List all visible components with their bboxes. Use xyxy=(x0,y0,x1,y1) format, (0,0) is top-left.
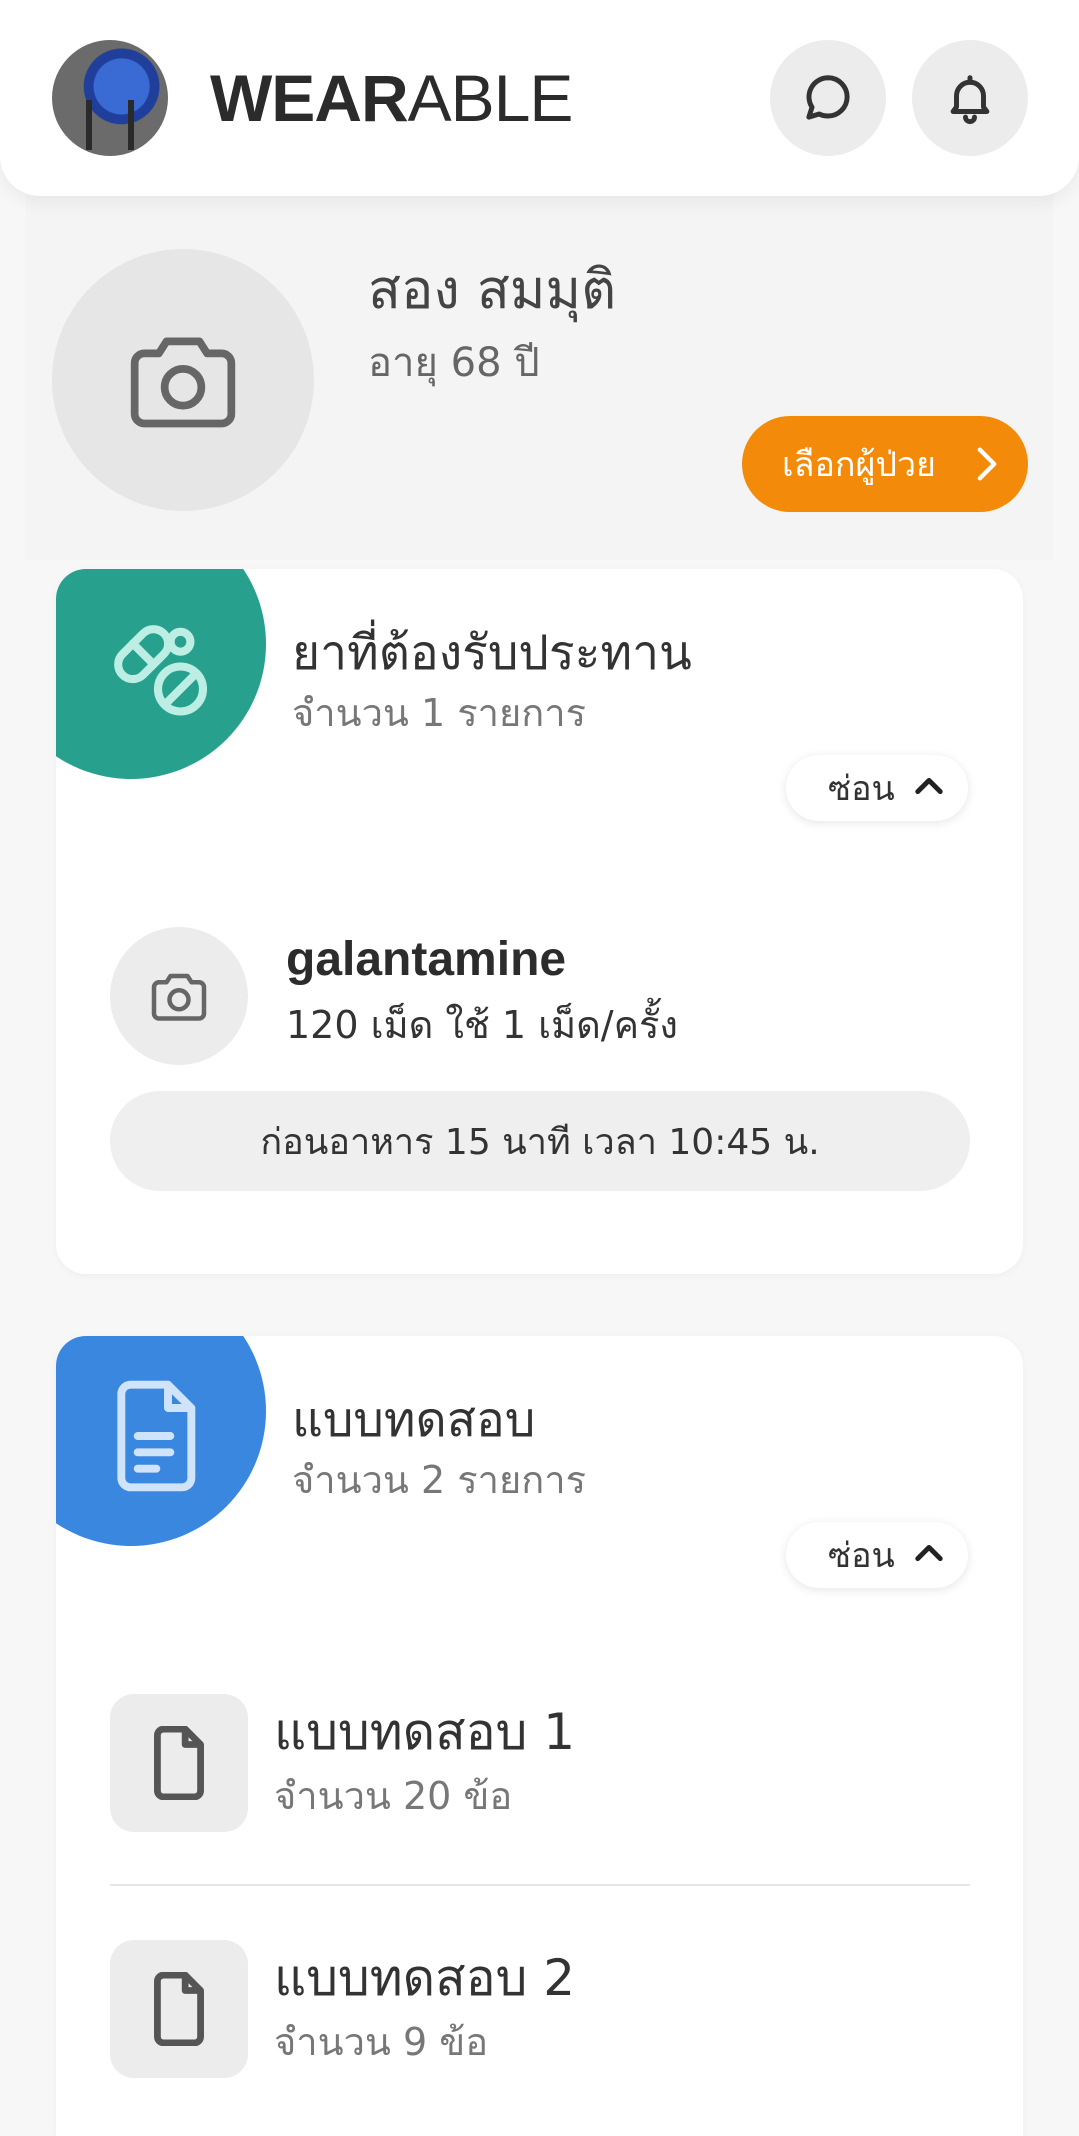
notification-button[interactable] xyxy=(912,40,1028,156)
chevron-up-icon xyxy=(915,1544,943,1562)
bell-icon xyxy=(950,75,990,125)
camera-icon xyxy=(151,973,207,1021)
medicine-name: galantamine xyxy=(286,933,567,986)
test-list-item[interactable]: แบบทดสอบ 2 จำนวน 9 ข้อ xyxy=(110,1940,970,2080)
hide-label: ซ่อน xyxy=(828,769,895,809)
test-list-item[interactable]: แบบทดสอบ 1 จำนวน 20 ข้อ xyxy=(110,1694,970,1834)
hide-medicine-button[interactable]: ซ่อน xyxy=(786,755,968,821)
file-icon xyxy=(154,1726,204,1800)
app-logo: WEARABLE xyxy=(210,61,574,135)
test-card: แบบทดสอบ จำนวน 2 รายการ ซ่อน แบบทดสอบ 1 … xyxy=(56,1336,1023,2136)
medicine-dose: 120 เม็ด ใช้ 1 เม็ด/ครั้ง xyxy=(286,1003,678,1047)
avatar-detail xyxy=(128,100,134,150)
test-question-count: จำนวน 20 ข้อ xyxy=(274,1774,513,1818)
document-icon xyxy=(117,1380,196,1492)
camera-icon xyxy=(130,337,236,428)
test-badge xyxy=(56,1336,266,1546)
select-patient-button[interactable]: เลือกผู้ป่วย xyxy=(742,416,1028,512)
test-thumbnail xyxy=(110,1940,248,2078)
test-card-count: จำนวน 2 รายการ xyxy=(292,1458,586,1502)
app-header: WEARABLE xyxy=(0,0,1079,196)
medicine-schedule-text: ก่อนอาหาร 15 นาที เวลา 10:45 น. xyxy=(260,1121,820,1163)
patient-photo[interactable] xyxy=(52,249,314,511)
test-thumbnail xyxy=(110,1694,248,1832)
medicine-badge xyxy=(56,569,266,779)
chevron-right-icon xyxy=(977,447,997,481)
chat-bubble-icon xyxy=(806,75,850,120)
chat-button[interactable] xyxy=(770,40,886,156)
patient-name: สอง สมมุติ xyxy=(368,258,617,321)
test-card-title: แบบทดสอบ xyxy=(292,1392,536,1448)
user-avatar[interactable] xyxy=(52,40,168,156)
medicine-schedule: ก่อนอาหาร 15 นาที เวลา 10:45 น. xyxy=(110,1091,970,1191)
brand-light: ABLE xyxy=(407,61,574,135)
medicine-card-count: จำนวน 1 รายการ xyxy=(292,691,586,735)
file-icon xyxy=(154,1972,204,2046)
test-question-count: จำนวน 9 ข้อ xyxy=(274,2020,489,2064)
test-title: แบบทดสอบ 1 xyxy=(274,1703,576,1761)
brand-bold: WEAR xyxy=(210,61,409,135)
avatar-detail xyxy=(86,100,92,150)
list-divider xyxy=(110,1884,970,1886)
hide-test-button[interactable]: ซ่อน xyxy=(786,1522,968,1588)
chevron-up-icon xyxy=(915,777,943,795)
pills-icon xyxy=(114,625,208,716)
test-title: แบบทดสอบ 2 xyxy=(274,1949,576,2007)
select-patient-label: เลือกผู้ป่วย xyxy=(782,445,936,485)
patient-age: อายุ 68 ปี xyxy=(368,340,540,386)
hide-label: ซ่อน xyxy=(828,1536,895,1576)
medicine-photo[interactable] xyxy=(110,927,248,1065)
medicine-card-title: ยาที่ต้องรับประทาน xyxy=(292,625,692,681)
medicine-card: ยาที่ต้องรับประทาน จำนวน 1 รายการ ซ่อน g… xyxy=(56,569,1023,1274)
